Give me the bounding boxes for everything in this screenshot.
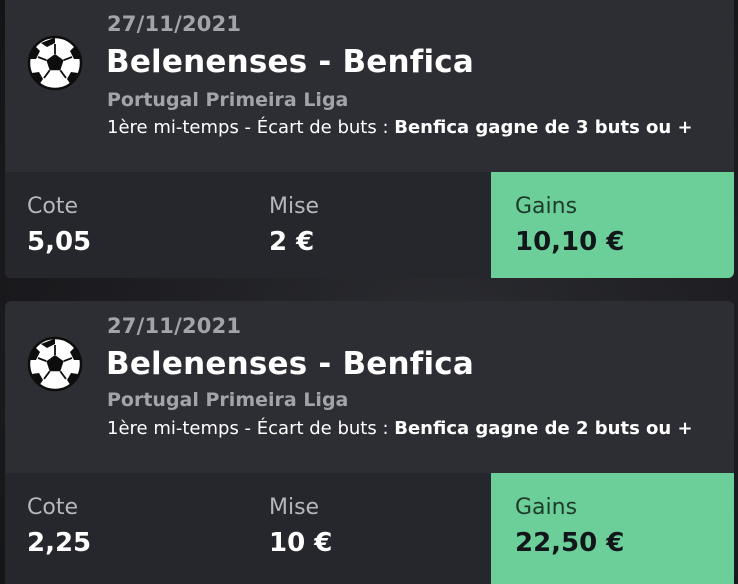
bet-card[interactable]: 27/11/2021 Belenenses - Benfica Portugal… xyxy=(5,0,734,278)
league-name: Portugal Primeira Liga xyxy=(107,89,349,111)
bet-description: 1ère mi-temps - Écart de buts : Benfica … xyxy=(107,417,697,440)
gains-value: 22,50 € xyxy=(515,528,625,558)
mise-value: 2 € xyxy=(269,227,315,257)
odds-band: Cote 2,25 Mise 10 € Gains 22,50 € xyxy=(5,473,734,584)
cote-cell: Cote 2,25 xyxy=(5,473,255,584)
mise-cell: Mise 2 € xyxy=(255,172,491,278)
match-date: 27/11/2021 xyxy=(107,314,242,338)
bet-selection: Benfica gagne de 2 buts ou + xyxy=(394,418,693,439)
soccer-ball-icon xyxy=(27,35,83,91)
cote-label: Cote xyxy=(27,495,78,520)
gains-label: Gains xyxy=(515,194,578,219)
cote-value: 2,25 xyxy=(27,528,92,558)
gains-label: Gains xyxy=(515,495,578,520)
soccer-ball-icon xyxy=(27,336,83,392)
cote-value: 5,05 xyxy=(27,227,92,257)
league-name: Portugal Primeira Liga xyxy=(107,389,349,411)
bet-selection: Benfica gagne de 3 buts ou + xyxy=(394,117,693,138)
match-title[interactable]: Belenenses - Benfica xyxy=(106,44,474,80)
mise-label: Mise xyxy=(269,194,320,219)
mise-cell: Mise 10 € xyxy=(255,473,491,584)
match-title[interactable]: Belenenses - Benfica xyxy=(106,346,474,382)
bet-description: 1ère mi-temps - Écart de buts : Benfica … xyxy=(107,116,697,139)
cote-label: Cote xyxy=(27,194,78,219)
bet-market: 1ère mi-temps - Écart de buts : xyxy=(107,418,395,439)
bet-market: 1ère mi-temps - Écart de buts : xyxy=(107,117,395,138)
odds-band: Cote 5,05 Mise 2 € Gains 10,10 € xyxy=(5,172,734,278)
mise-label: Mise xyxy=(269,495,320,520)
gains-cell: Gains 22,50 € xyxy=(491,473,734,584)
gains-cell: Gains 10,10 € xyxy=(491,172,734,278)
cote-cell: Cote 5,05 xyxy=(5,172,255,278)
bet-card[interactable]: 27/11/2021 Belenenses - Benfica Portugal… xyxy=(5,301,734,584)
gains-value: 10,10 € xyxy=(515,227,625,257)
match-date: 27/11/2021 xyxy=(107,12,242,36)
mise-value: 10 € xyxy=(269,528,333,558)
